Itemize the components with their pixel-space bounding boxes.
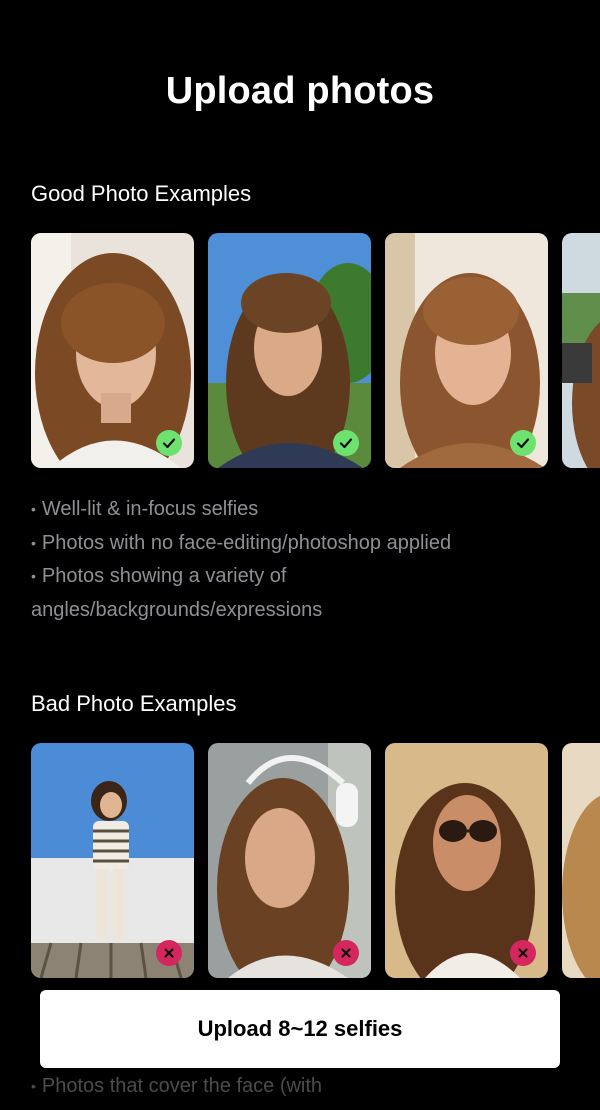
upload-selfies-button[interactable]: Upload 8~12 selfies [40,990,560,1068]
rejected-badge [333,940,359,966]
close-icon [164,948,174,958]
bad-examples-heading: Bad Photo Examples [31,691,237,716]
rejected-badge [510,940,536,966]
page-title: Upload photos [165,70,435,112]
close-icon [518,948,528,958]
good-example-photo [385,233,548,468]
good-tips-list: • Well-lit & in-focus selfies • Photos wit… [31,493,571,627]
check-icon [516,438,530,449]
close-icon [341,948,351,958]
good-example-photo [562,233,600,468]
good-tip-item: • Photos showing a variety of angles/back… [31,565,323,621]
good-examples-carousel[interactable] [31,233,600,469]
bad-tip-item: • Photos that cover the face (with [31,1075,323,1098]
check-icon [339,438,353,449]
bad-example-photo [385,743,548,978]
check-icon [162,438,176,449]
bad-example-photo [31,743,194,978]
good-tip-text: Photos showing a variety of angles/backg… [31,565,323,621]
bad-tips-list: • Photos that cover the face (with [31,1070,571,1104]
good-examples-heading: Good Photo Examples [31,181,252,206]
approved-badge [333,430,359,456]
portrait-image [562,743,600,978]
portrait-image [562,233,600,468]
approved-badge [510,430,536,456]
approved-badge [156,430,182,456]
good-example-photo [208,233,371,468]
bad-examples-carousel[interactable] [31,743,600,979]
good-tip-text: Well-lit & in-focus selfies [41,498,259,521]
rejected-badge [156,940,182,966]
bad-example-photo [562,743,600,978]
bad-example-photo [208,743,371,978]
good-example-photo [31,233,194,468]
good-tip-item: • Photos with no face-editing/photoshop a… [31,531,452,554]
good-tip-text: Photos with no face-editing/photoshop ap… [41,531,452,554]
bad-tip-text: Photos that cover the face (with [41,1075,323,1098]
good-tip-item: • Well-lit & in-focus selfies [31,498,259,521]
